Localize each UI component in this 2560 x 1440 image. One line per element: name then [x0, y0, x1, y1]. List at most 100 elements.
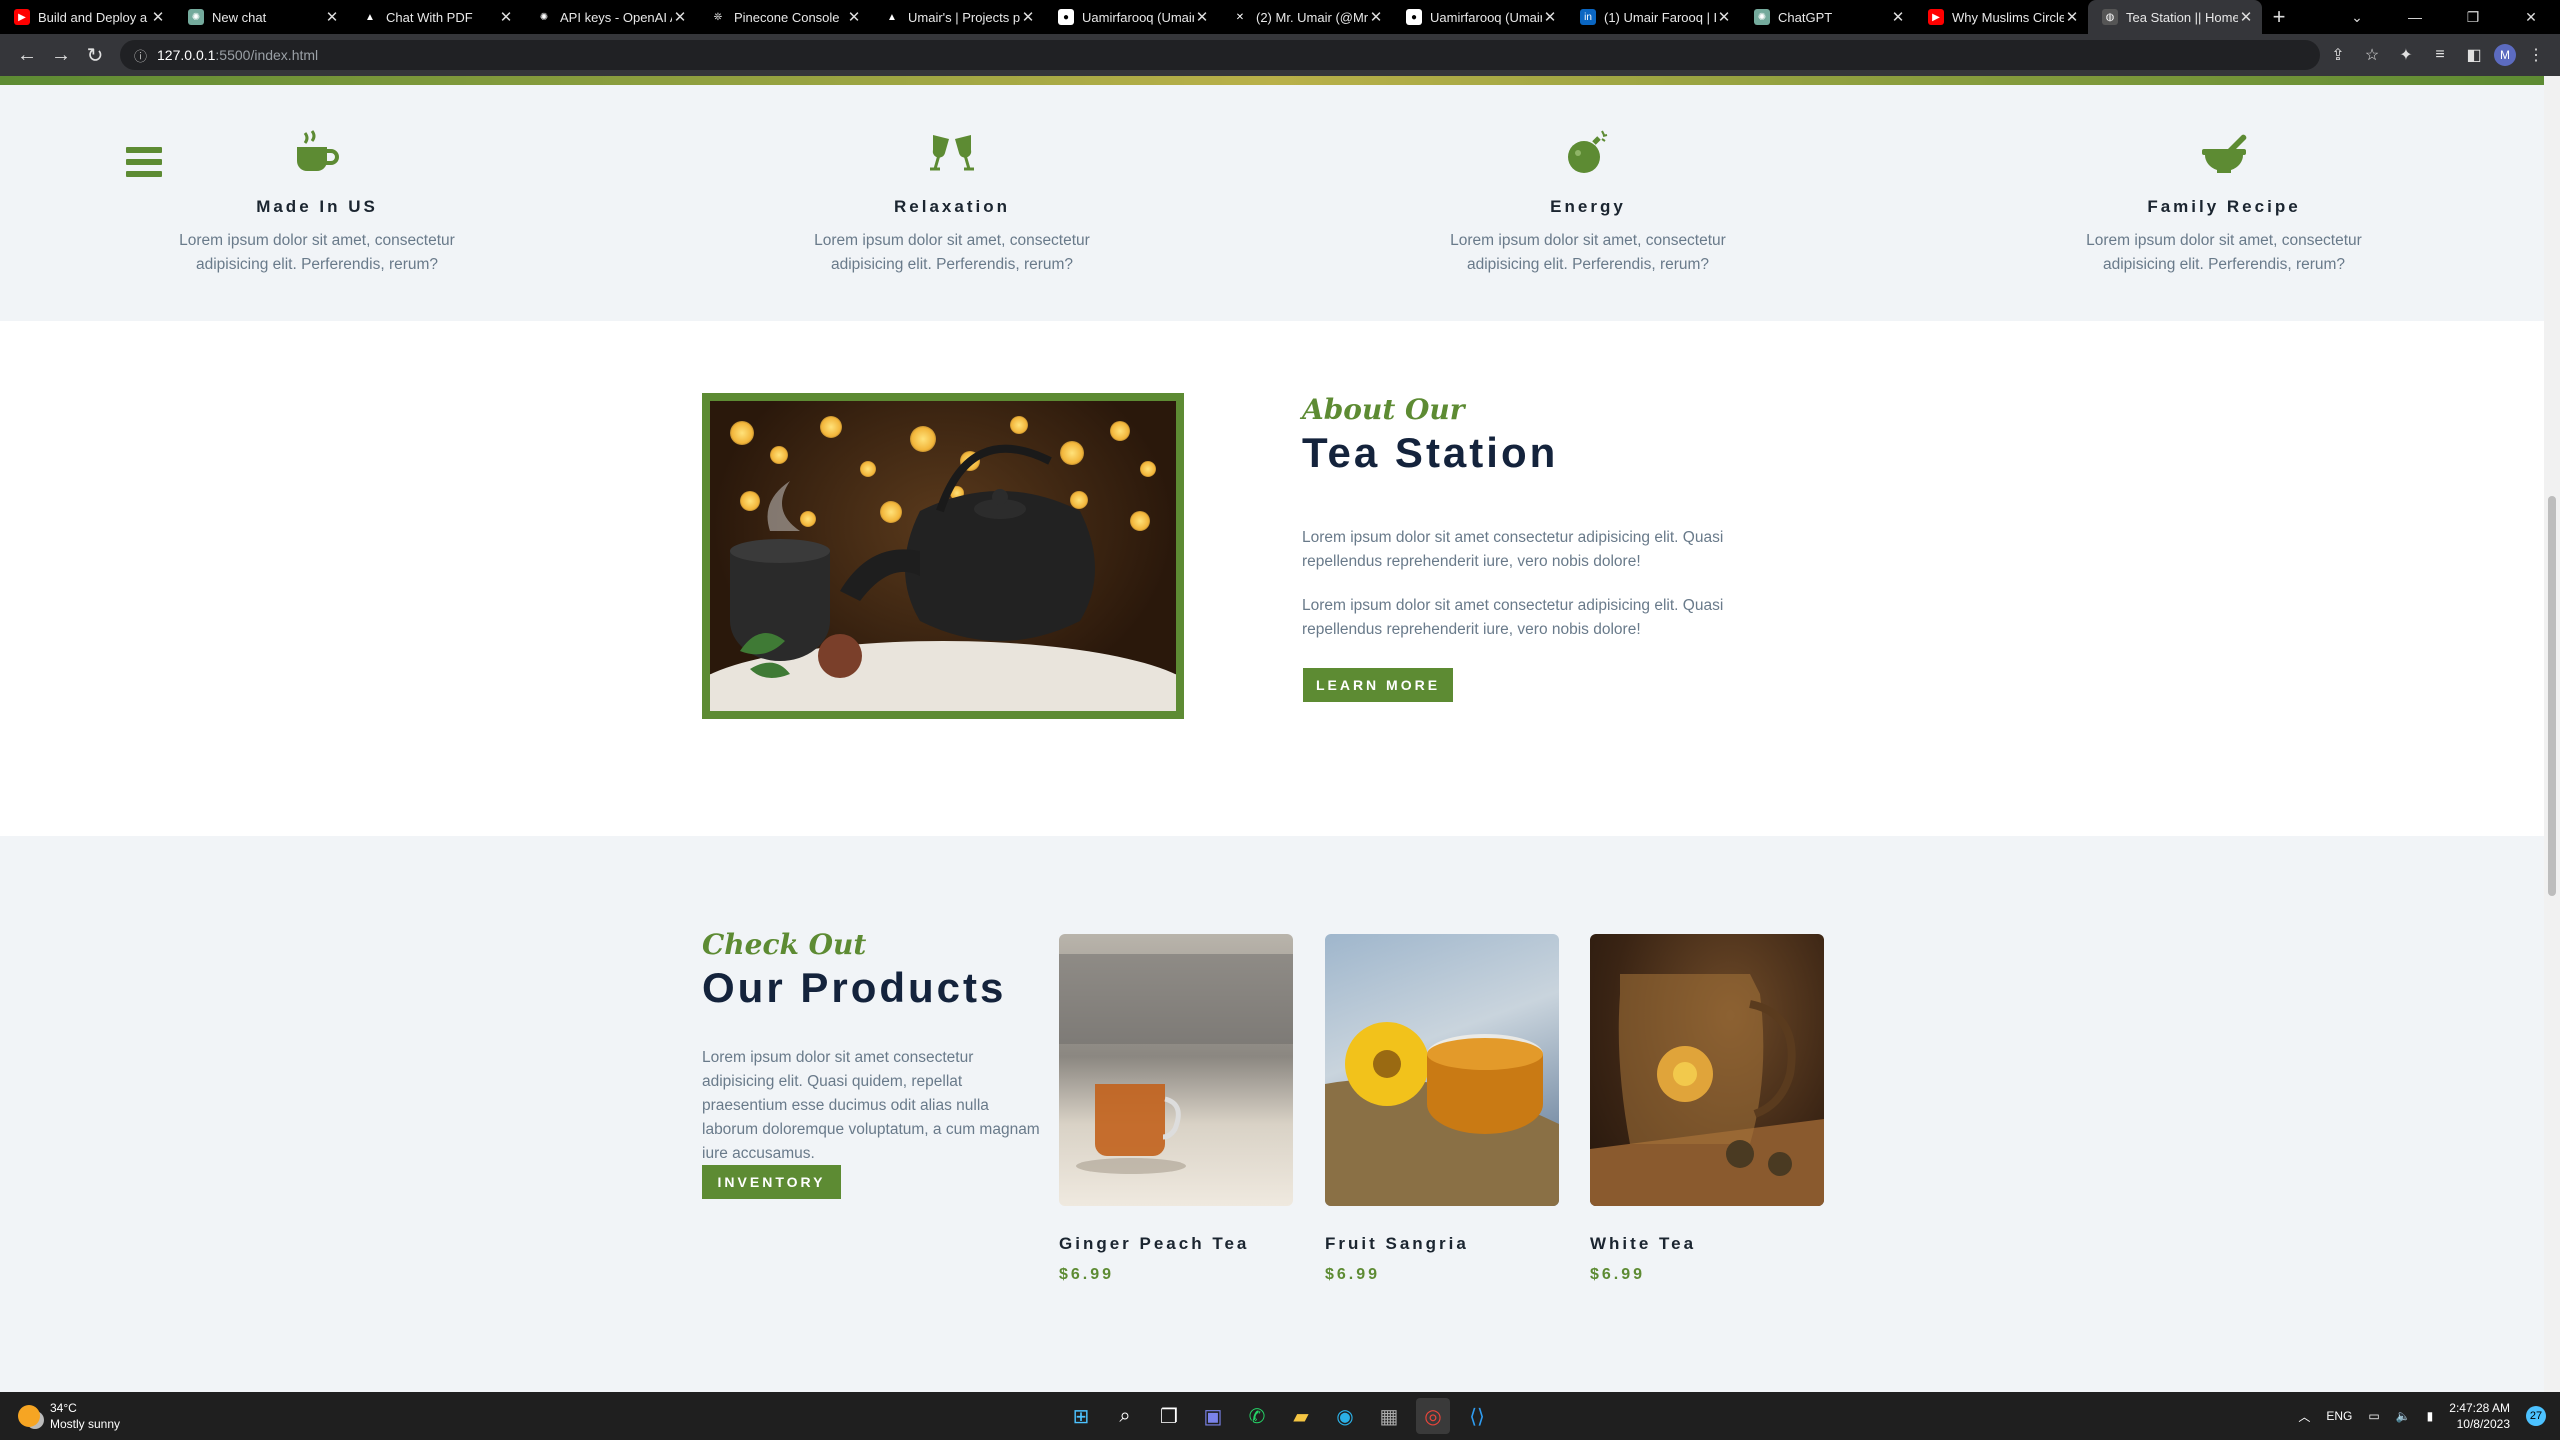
about-image-frame [702, 393, 1184, 719]
tab-close-icon[interactable]: ✕ [2238, 8, 2254, 26]
url-host: 127.0.0.1 [157, 47, 216, 63]
clock[interactable]: 2:47:28 AM 10/8/2023 [2449, 1400, 2510, 1432]
address-toolbar: ← → ↻ ⓘ 127.0.0.1:5500/index.html ⇪ ☆ ✦ … [0, 34, 2560, 76]
about-kicker: About Our [1302, 393, 1465, 426]
learn-more-button[interactable]: LEARN MORE [1303, 668, 1453, 702]
tab-close-icon[interactable]: ✕ [1716, 8, 1732, 26]
toolbar-actions: ⇪ ☆ ✦ ≡ ◧ M ⋮ [2324, 34, 2550, 76]
tab-close-icon[interactable]: ✕ [846, 8, 862, 26]
back-icon[interactable]: ← [10, 38, 44, 72]
about-paragraph-2: Lorem ipsum dolor sit amet consectetur a… [1302, 597, 1724, 638]
tab-close-icon[interactable]: ✕ [1542, 8, 1558, 26]
volume-icon[interactable]: 🔈 [2396, 1409, 2411, 1423]
notification-badge[interactable]: 27 [2526, 1406, 2546, 1426]
tab-close-icon[interactable]: ✕ [150, 8, 166, 26]
whatsapp-icon[interactable]: ✆ [1240, 1398, 1274, 1434]
tray-chevron-icon[interactable]: ︿ [2298, 1408, 2310, 1425]
feature-made-in-us: Made In US Lorem ipsum dolor sit amet, c… [167, 125, 467, 277]
tab-favicon-icon: ▲ [884, 9, 900, 25]
browser-tab[interactable]: ❊ Pinecone Console ✕ [696, 0, 870, 34]
tab-close-icon[interactable]: ✕ [324, 8, 340, 26]
feature-text: Lorem ipsum dolor sit amet, consectetur … [179, 232, 455, 273]
product-price: $6.99 [1590, 1266, 1646, 1283]
product-name: Fruit Sangria [1325, 1234, 1469, 1253]
browser-tab[interactable]: ✺ ChatGPT ✕ [1740, 0, 1914, 34]
tab-title: ChatGPT [1778, 9, 1833, 25]
weather-widget[interactable]: 34°C Mostly sunny [18, 1400, 120, 1432]
windows-start-icon[interactable]: ⊞ [1064, 1398, 1098, 1434]
profile-avatar[interactable]: M [2494, 44, 2516, 66]
url-field[interactable]: ⓘ 127.0.0.1:5500/index.html [120, 40, 2320, 70]
new-tab-button[interactable]: + [2262, 4, 2296, 30]
product-card[interactable]: White Tea $6.99 [1590, 934, 1824, 1284]
browser-tab[interactable]: in (1) Umair Farooq | L ✕ [1566, 0, 1740, 34]
url-path: :5500/index.html [215, 47, 319, 63]
cheers-glasses-icon [802, 125, 1102, 175]
task-view-icon[interactable]: ❐ [1152, 1398, 1186, 1434]
inventory-button[interactable]: INVENTORY [702, 1165, 841, 1199]
browser-tab[interactable]: ✺ New chat ✕ [174, 0, 348, 34]
browser-tab[interactable]: ✺ API keys - OpenAI A ✕ [522, 0, 696, 34]
teapot-photo [710, 401, 1176, 711]
restore-button[interactable]: ❐ [2444, 9, 2502, 26]
vscode-icon[interactable]: ⟨⟩ [1460, 1398, 1494, 1434]
browser-tab[interactable]: ▲ Chat With PDF ✕ [348, 0, 522, 34]
reading-list-icon[interactable]: ≡ [2426, 46, 2454, 64]
tab-title: Pinecone Console [734, 9, 840, 25]
browser-tab[interactable]: ▲ Umair's | Projects pa ✕ [870, 0, 1044, 34]
scrollbar-thumb[interactable] [2548, 496, 2556, 896]
page-scrollbar[interactable] [2544, 76, 2560, 1392]
share-icon[interactable]: ⇪ [2324, 45, 2352, 65]
minimize-button[interactable]: — [2386, 9, 2444, 25]
tab-title: Umair's | Projects pa [908, 9, 1020, 25]
browser-tab[interactable]: ▶ Build and Deploy a F ✕ [0, 0, 174, 34]
tab-close-icon[interactable]: ✕ [2064, 8, 2080, 26]
browser-tab[interactable]: ▶ Why Muslims Circle ✕ [1914, 0, 2088, 34]
file-explorer-icon[interactable]: ▰ [1284, 1398, 1318, 1434]
hamburger-menu-icon[interactable] [126, 147, 162, 183]
tab-title: (1) Umair Farooq | L [1604, 9, 1716, 25]
forward-icon[interactable]: → [44, 38, 78, 72]
side-panel-icon[interactable]: ◧ [2460, 45, 2488, 65]
tab-favicon-icon: ● [1406, 9, 1422, 25]
site-info-icon[interactable]: ⓘ [134, 46, 147, 65]
tab-favicon-icon: ✕ [1232, 9, 1248, 25]
tab-favicon-icon: ▶ [14, 9, 30, 25]
tab-close-icon[interactable]: ✕ [672, 8, 688, 26]
product-card[interactable]: Fruit Sangria $6.99 [1325, 934, 1559, 1284]
browser-tab[interactable]: ✕ (2) Mr. Umair (@Mr ✕ [1218, 0, 1392, 34]
search-icon[interactable]: ⌕ [1108, 1398, 1142, 1434]
reload-icon[interactable]: ↻ [78, 38, 112, 72]
tab-search-icon[interactable]: ⌄ [2328, 9, 2386, 26]
browser-tab[interactable]: ◍ Tea Station || Home ✕ [2088, 0, 2262, 34]
network-icon[interactable]: ▭ [2368, 1409, 2379, 1423]
products-description: Lorem ipsum dolor sit amet consectetur a… [702, 1049, 1040, 1162]
store-icon[interactable]: ▦ [1372, 1398, 1406, 1434]
tab-close-icon[interactable]: ✕ [1368, 8, 1384, 26]
taskbar-apps: ⊞ ⌕ ❐ ▣ ✆ ▰ ◉ ▦ ◎ ⟨⟩ [1064, 1398, 1494, 1434]
extensions-icon[interactable]: ✦ [2392, 45, 2420, 65]
teams-chat-icon[interactable]: ▣ [1196, 1398, 1230, 1434]
edge-icon[interactable]: ◉ [1328, 1398, 1362, 1434]
close-window-button[interactable]: ✕ [2502, 9, 2560, 26]
tab-close-icon[interactable]: ✕ [1020, 8, 1036, 26]
language-indicator[interactable]: ENG [2326, 1409, 2352, 1423]
bookmark-star-icon[interactable]: ☆ [2358, 45, 2386, 65]
tab-close-icon[interactable]: ✕ [1890, 8, 1906, 26]
chrome-icon[interactable]: ◎ [1416, 1398, 1450, 1434]
fruit-sangria-photo [1325, 934, 1559, 1206]
tab-favicon-icon: in [1580, 9, 1596, 25]
tab-title: New chat [212, 9, 267, 25]
battery-icon[interactable]: ▮ [2427, 1409, 2434, 1423]
window-controls: ⌄ — ❐ ✕ [2328, 0, 2560, 34]
browser-tab[interactable]: ● Uamirfarooq (Umair ✕ [1044, 0, 1218, 34]
product-card[interactable]: Ginger Peach Tea $6.99 [1059, 934, 1293, 1284]
system-tray: ︿ ENG ▭ 🔈 ▮ 2:47:28 AM 10/8/2023 27 [2298, 1392, 2546, 1440]
tab-title: Build and Deploy a F [38, 9, 150, 25]
tab-close-icon[interactable]: ✕ [1194, 8, 1210, 26]
tab-title: Why Muslims Circle [1952, 9, 2064, 25]
tab-close-icon[interactable]: ✕ [498, 8, 514, 26]
menu-kebab-icon[interactable]: ⋮ [2522, 45, 2550, 65]
browser-tab[interactable]: ● Uamirfarooq (Umair ✕ [1392, 0, 1566, 34]
feature-relaxation: Relaxation Lorem ipsum dolor sit amet, c… [802, 125, 1102, 277]
